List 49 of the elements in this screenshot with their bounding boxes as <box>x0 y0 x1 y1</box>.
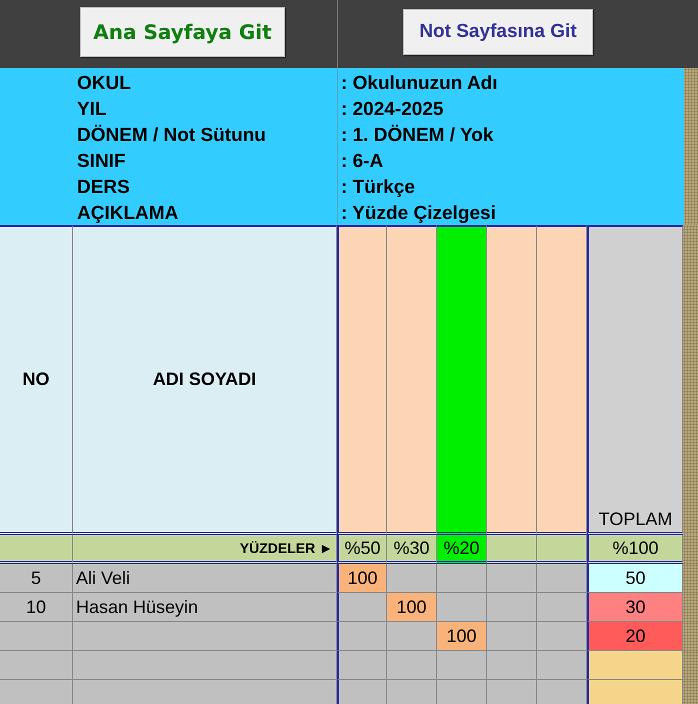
table-cell <box>337 680 387 704</box>
table-cell <box>487 651 537 680</box>
info-label: DERS <box>77 176 131 200</box>
info-value: : Okulunuzun Adı <box>341 72 499 96</box>
table-cell <box>487 680 537 704</box>
table-cell <box>537 651 587 680</box>
sheet-edge <box>683 651 698 680</box>
total-value: 30 <box>625 596 646 618</box>
column-header: ADI SOYADI <box>152 369 256 390</box>
percentage-value: %50 <box>344 538 381 558</box>
total-value: 50 <box>625 568 646 588</box>
sheet-edge <box>683 564 698 593</box>
table-cell <box>387 651 437 680</box>
percentage-value: %20 <box>443 538 480 558</box>
student-number: 5 <box>30 568 41 588</box>
total-percentage: %100 <box>612 538 659 558</box>
info-value: : Türkçe <box>341 176 416 200</box>
sheet-edge <box>683 622 698 651</box>
info-label: OKUL <box>77 72 132 96</box>
info-value: : Yüzde Çizelgesi <box>341 202 497 226</box>
table-cell <box>537 680 587 704</box>
table-cell <box>487 564 537 593</box>
score-value: 100 <box>437 622 486 650</box>
column-header: NO <box>22 369 50 390</box>
table-cell <box>487 593 537 622</box>
score-value: 100 <box>387 593 436 621</box>
sheet-edge <box>683 593 698 622</box>
table-cell <box>437 680 487 704</box>
column-header: TOPLAM <box>598 509 672 530</box>
info-label: SINIF <box>77 150 127 174</box>
info-value: : 2024-2025 <box>341 98 444 122</box>
table-cell <box>337 622 387 651</box>
table-cell <box>337 651 387 680</box>
info-value: : 6-A <box>341 150 384 174</box>
notes-page-button[interactable]: Not Sayfasına Git <box>403 9 593 55</box>
score-value: 100 <box>339 564 386 592</box>
info-label: AÇIKLAMA <box>77 202 180 226</box>
student-name: Hasan Hüseyin <box>76 596 198 618</box>
percentages-label: YÜZDELER ► <box>240 540 333 556</box>
info-label: YIL <box>77 98 108 122</box>
table-cell <box>387 680 437 704</box>
sheet-edge <box>683 680 698 704</box>
student-name: Ali Veli <box>76 568 130 588</box>
student-number: 10 <box>26 596 46 618</box>
total-value: 20 <box>625 626 646 646</box>
home-button[interactable]: Ana Sayfaya Git <box>80 7 285 57</box>
info-value: : 1. DÖNEM / Yok <box>341 124 494 148</box>
percentage-value: %30 <box>393 538 430 558</box>
info-label: DÖNEM / Not Sütunu <box>77 124 267 148</box>
